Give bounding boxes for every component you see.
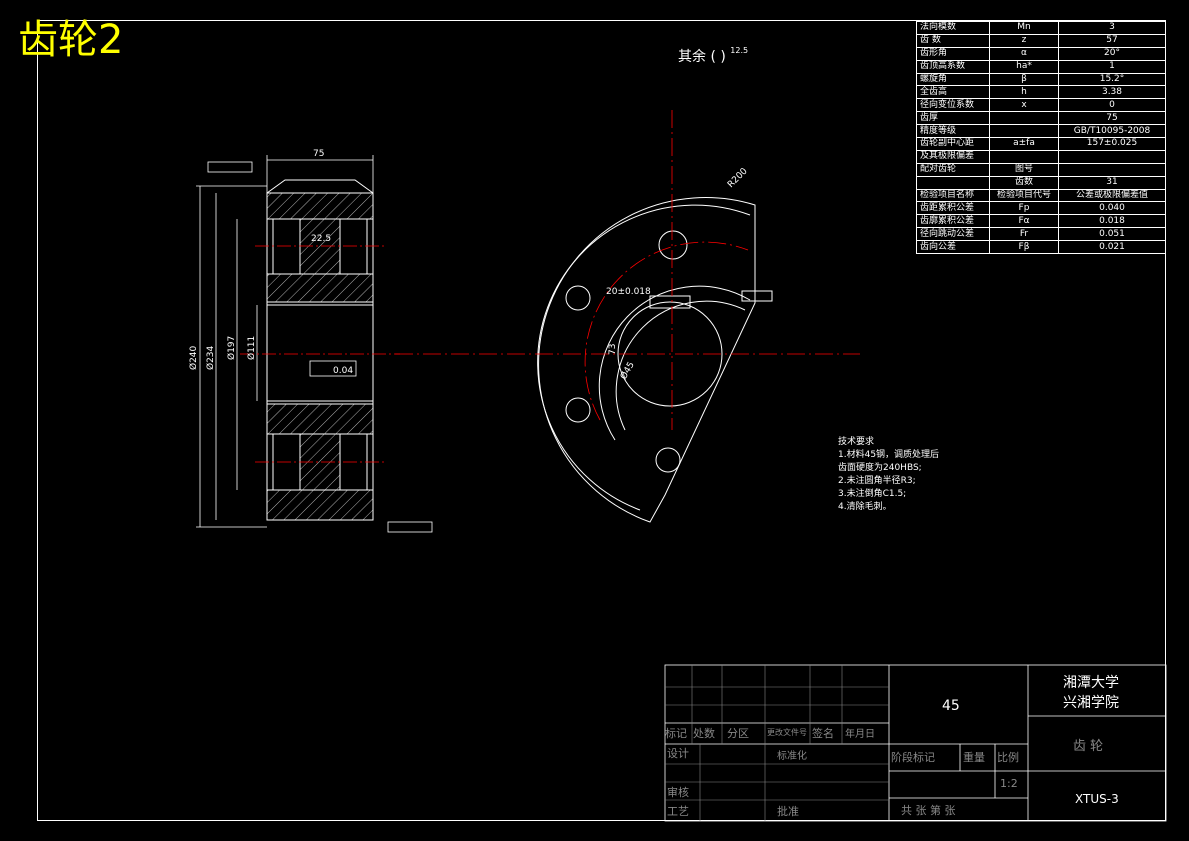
tb-ratio: 比例	[997, 751, 1019, 764]
dim-width: 75	[313, 149, 324, 159]
front-centerlines	[395, 110, 860, 430]
tb-review: 审核	[667, 786, 689, 799]
tb-school-2: 兴湘学院	[1063, 695, 1119, 711]
tb-count: 处数	[693, 727, 715, 740]
top-chamfer	[266, 179, 374, 194]
tb-school-1: 湘潭大学	[1063, 675, 1119, 691]
dim-tip: Ø240	[188, 345, 199, 370]
tb-sign: 签名	[812, 727, 834, 740]
dim-hub-width: 22.5	[311, 234, 331, 244]
dim-234: Ø234	[205, 345, 216, 370]
tb-sheets: 共 张 第 张	[901, 804, 956, 817]
tb-weight: 重量	[963, 751, 985, 764]
bolt-hole	[565, 285, 591, 311]
dim-keyway: 20±0.018	[606, 287, 651, 297]
tb-date: 年月日	[845, 729, 875, 740]
title-block: 标记 处数 分区 更改文件号 签名 年月日 设计 标准化 审核 工艺 批准 阶段…	[665, 665, 1166, 821]
gear-half-outline	[538, 197, 756, 523]
bolt-hole	[565, 397, 591, 423]
dim-key-depth: 73	[608, 344, 618, 355]
tb-stage: 阶段标记	[891, 751, 935, 764]
dim-111: Ø111	[246, 336, 257, 360]
tb-process: 工艺	[667, 805, 689, 818]
tb-mark: 标记	[665, 727, 687, 740]
tb-design: 设计	[667, 747, 689, 760]
tb-part-name: 齿 轮	[1073, 739, 1104, 754]
tb-material: 45	[942, 698, 960, 714]
tb-approve: 批准	[777, 805, 799, 818]
dim-197: Ø197	[226, 336, 237, 360]
tb-change-doc: 更改文件号	[767, 728, 807, 737]
dim-runout: 0.04	[333, 366, 353, 376]
tb-scale: 1:2	[1000, 777, 1018, 790]
bolt-hole	[655, 447, 681, 473]
tb-standard: 标准化	[777, 751, 807, 762]
tb-zone: 分区	[727, 727, 749, 740]
tb-drawing-no: XTUS-3	[1075, 792, 1119, 806]
dim-r200: R200	[726, 166, 750, 190]
bolt-hole	[658, 230, 688, 260]
